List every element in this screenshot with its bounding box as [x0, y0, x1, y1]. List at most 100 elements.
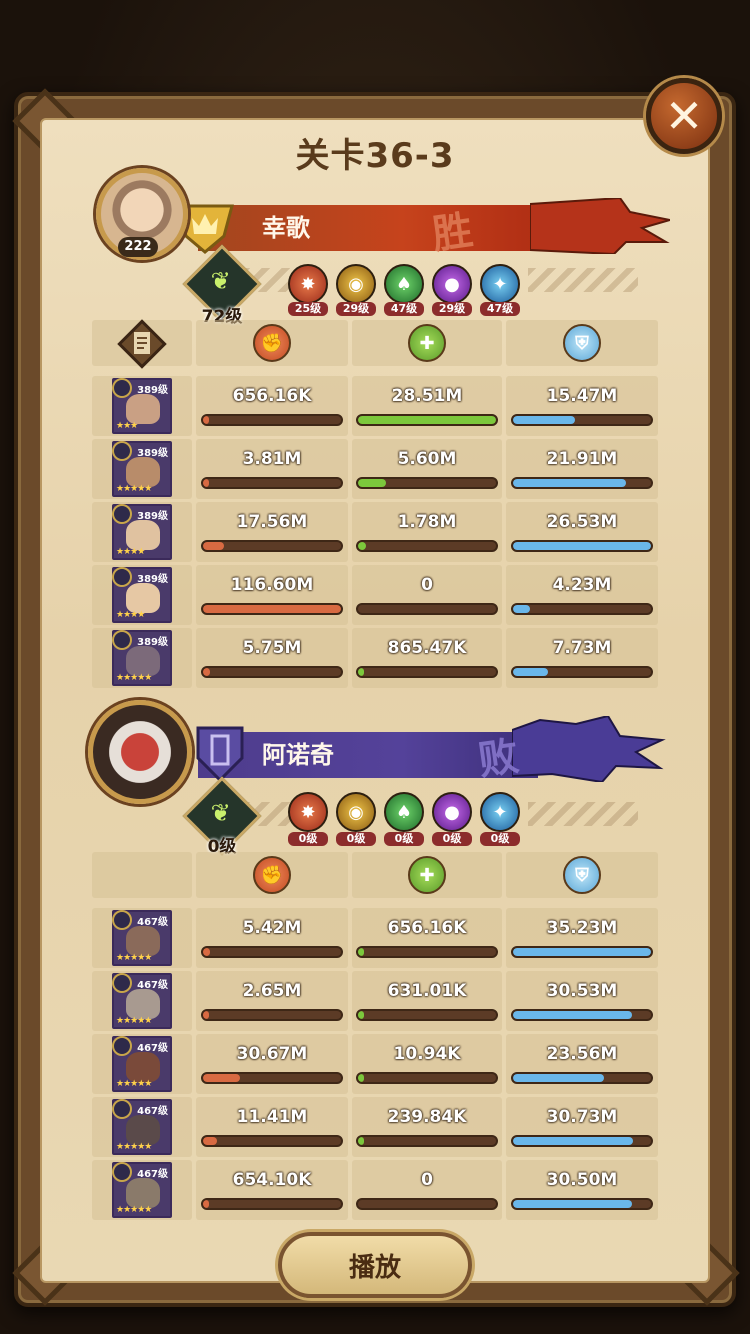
heal-bar — [356, 946, 498, 958]
hero-portrait[interactable]: 389级 ★★★★ — [112, 567, 172, 623]
hero-row: 389级 ★★★★★ 3.81M 5.60M 21.91M — [92, 439, 658, 499]
hero-face — [126, 457, 160, 487]
tank-bar-fill — [513, 1137, 634, 1145]
hero-level: 467级 — [137, 1043, 168, 1054]
tank-value: 30.50M — [546, 1170, 618, 1190]
hero-row: 467级 ★★★★★ 2.65M 631.01K 30.53M — [92, 971, 658, 1031]
tank-value: 30.53M — [546, 981, 618, 1001]
celestial-icon: ✦ — [480, 792, 520, 832]
faction-ring-icon — [112, 441, 132, 461]
damage-bar-fill — [203, 1074, 241, 1082]
damage-bar-fill — [203, 948, 210, 956]
damage-value: 30.67M — [236, 1044, 308, 1064]
tank-value: 15.47M — [546, 386, 618, 406]
hero-level: 389级 — [137, 574, 168, 585]
heal-bar — [356, 1072, 498, 1084]
heal-bar — [356, 603, 498, 615]
tree-icon: ❦ — [210, 799, 231, 828]
heal-value: 0 — [421, 1170, 433, 1190]
hero-face — [126, 583, 160, 613]
damage-value: 656.16K — [232, 386, 312, 406]
hero-face — [126, 1052, 160, 1082]
faction-ring-icon — [112, 1162, 132, 1182]
heal-value: 239.84K — [387, 1107, 467, 1127]
divider-chevrons — [528, 802, 638, 826]
faction-level: 0级 — [336, 832, 376, 846]
tank-bar-fill — [513, 1200, 632, 1208]
heal-bar-fill — [358, 416, 496, 424]
result-stamp-lose: 败 — [475, 733, 522, 785]
damage-bar — [201, 1009, 343, 1021]
hero-face — [126, 394, 160, 424]
hero-portrait[interactable]: 467级 ★★★★★ — [112, 973, 172, 1029]
hero-portrait[interactable]: 389级 ★★★★ — [112, 504, 172, 560]
star-rating: ★★★★★ — [116, 1016, 152, 1026]
heal-value: 1.78M — [397, 512, 457, 532]
row-cell — [506, 908, 658, 968]
hero-level: 389级 — [137, 511, 168, 522]
row-cell — [352, 439, 502, 499]
damage-bar-fill — [203, 1011, 209, 1019]
tank-bar — [511, 477, 653, 489]
row-cell — [352, 502, 502, 562]
close-button[interactable]: ✕ — [646, 78, 722, 154]
tank-bar — [511, 1198, 653, 1210]
header-cell — [92, 852, 192, 898]
star-rating: ★★★★★ — [116, 953, 152, 963]
graveborn-icon: ● — [432, 792, 472, 832]
heal-value: 631.01K — [387, 981, 467, 1001]
faction-level: 47级 — [384, 302, 424, 316]
play-button[interactable]: 播放 — [278, 1232, 472, 1298]
hero-portrait[interactable]: 389级 ★★★ — [112, 378, 172, 434]
faction-ring-icon — [112, 567, 132, 587]
hero-row: 467级 ★★★★★ 30.67M 10.94K 23.56M — [92, 1034, 658, 1094]
heal-value: 656.16K — [387, 918, 467, 938]
row-cell — [506, 439, 658, 499]
row-cell — [352, 376, 502, 436]
row-cell — [196, 565, 348, 625]
hero-face — [126, 1115, 160, 1145]
hero-level: 389级 — [137, 385, 168, 396]
hero-row: 389级 ★★★★ 17.56M 1.78M 26.53M — [92, 502, 658, 562]
heal-bar-fill — [358, 542, 367, 550]
hero-portrait[interactable]: 389级 ★★★★★ — [112, 630, 172, 686]
heal-bar — [356, 477, 498, 489]
hero-portrait[interactable]: 389级 ★★★★★ — [112, 441, 172, 497]
heal-value: 10.94K — [393, 1044, 461, 1064]
hero-row: 467级 ★★★★★ 11.41M 239.84K 30.73M — [92, 1097, 658, 1157]
heal-bar — [356, 414, 498, 426]
row-cell — [196, 1034, 348, 1094]
hero-portrait[interactable]: 467级 ★★★★★ — [112, 1036, 172, 1092]
hero-level: 389级 — [137, 637, 168, 648]
damage-bar-fill — [203, 668, 210, 676]
tank-value: 30.73M — [546, 1107, 618, 1127]
player-level-badge: 222 — [118, 237, 158, 257]
hero-portrait[interactable]: 467级 ★★★★★ — [112, 910, 172, 966]
row-cell — [506, 1160, 658, 1220]
tank-bar-fill — [513, 416, 576, 424]
table-header: ✊ ✚ ⛨ — [92, 852, 658, 898]
battle-log-icon[interactable] — [116, 318, 168, 370]
star-rating: ★★★★★ — [116, 1142, 152, 1152]
defeat-shield-emblem — [196, 726, 244, 783]
wilder-icon: ♠ — [384, 792, 424, 832]
row-cell — [352, 565, 502, 625]
hero-portrait[interactable]: 467级 ★★★★★ — [112, 1099, 172, 1155]
heal-value: 5.60M — [397, 449, 457, 469]
hero-level: 467级 — [137, 1106, 168, 1117]
tank-value: 23.56M — [546, 1044, 618, 1064]
hero-level: 467级 — [137, 917, 168, 928]
team-banner-winner: 幸歌 — [198, 205, 538, 251]
shield-icon: ⛨ — [563, 324, 601, 362]
hero-face — [126, 520, 160, 550]
heal-value: 865.47K — [387, 638, 467, 658]
faction-level: 29级 — [432, 302, 472, 316]
hero-face — [126, 646, 160, 676]
mauler-icon: ◉ — [336, 264, 376, 304]
tank-bar-fill — [513, 605, 530, 613]
enemy-avatar[interactable] — [88, 700, 192, 804]
hero-level: 467级 — [137, 1169, 168, 1180]
damage-bar — [201, 1072, 343, 1084]
hero-portrait[interactable]: 467级 ★★★★★ — [112, 1162, 172, 1218]
lightbearer-icon: ✸ — [288, 792, 328, 832]
